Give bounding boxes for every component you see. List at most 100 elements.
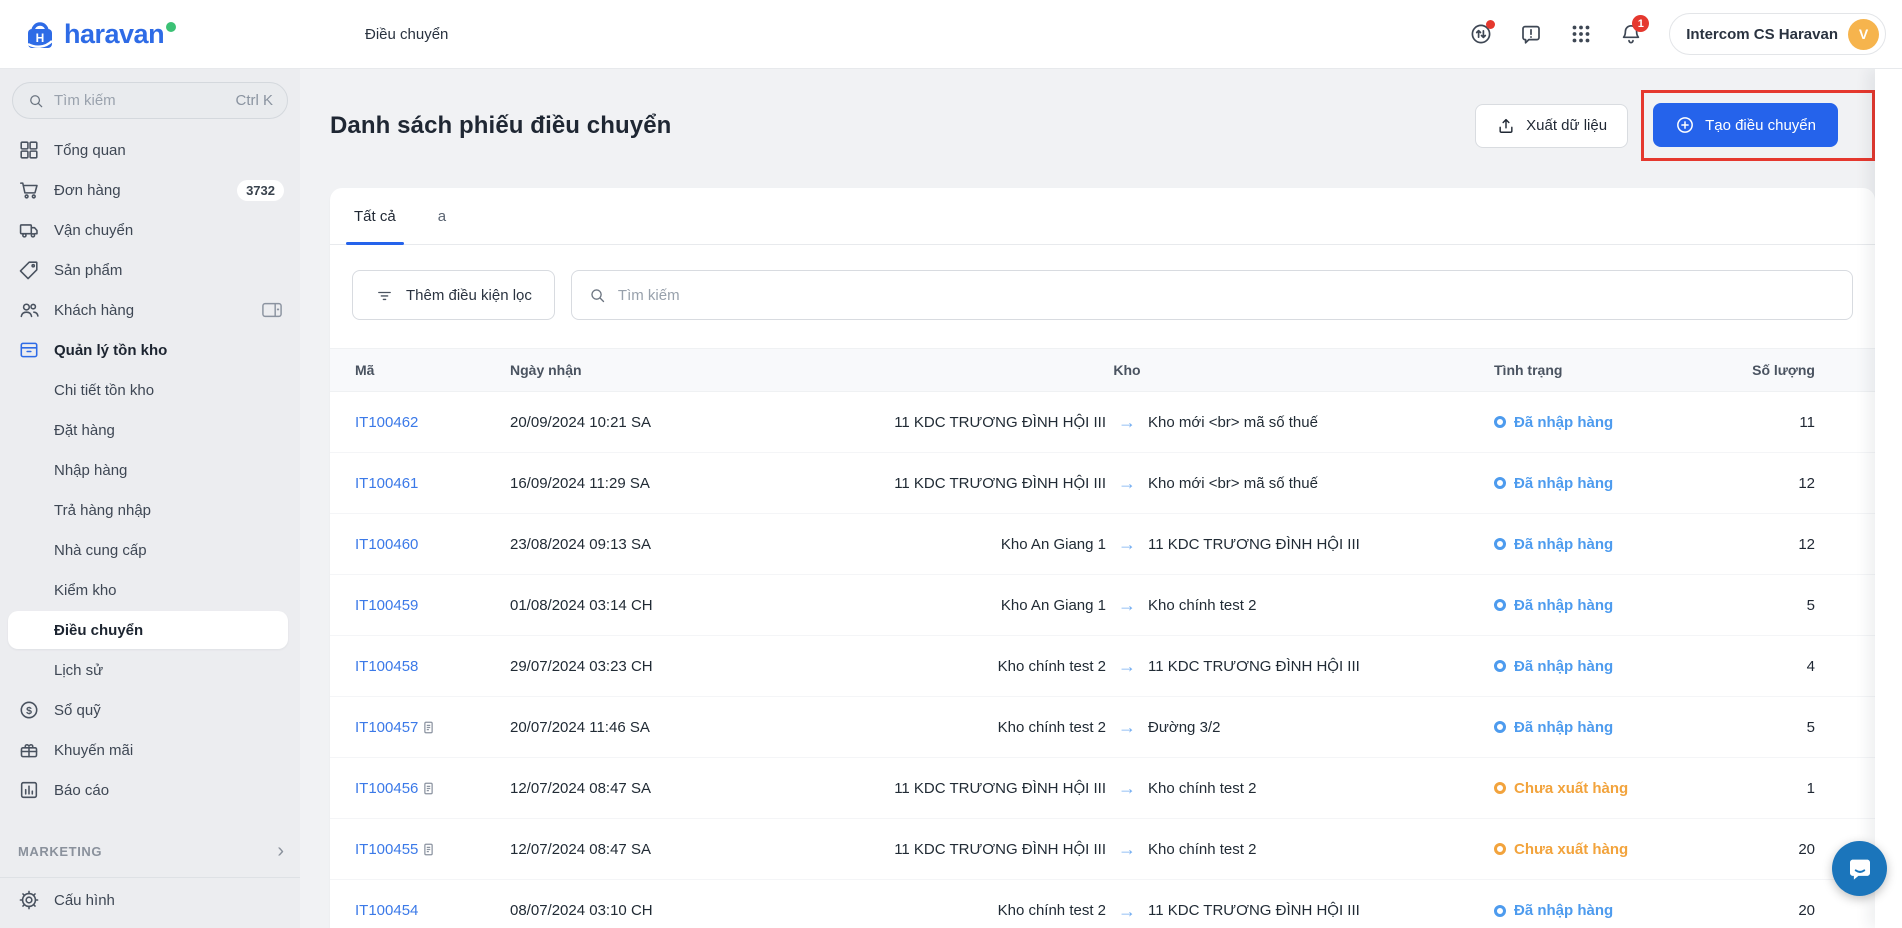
quantity: 4 (1806, 657, 1815, 675)
column-header-date: Ngày nhận (510, 362, 582, 378)
transfer-code-link[interactable]: IT100454 (355, 902, 418, 919)
sidebar-item-2[interactable]: Vận chuyển (0, 210, 300, 250)
chevron-right-icon: › (277, 840, 284, 862)
table-row[interactable]: IT100460 23/08/2024 09:13 SA Kho An Giang … (330, 514, 1875, 575)
arrow-right-icon: → (1118, 412, 1136, 432)
warehouse-to: Kho mới <br> mã số thuế (1148, 474, 1318, 492)
sidebar-item-13[interactable]: Lịch sử (0, 650, 300, 690)
add-filter-button[interactable]: Thêm điều kiện lọc (352, 270, 555, 320)
quantity: 20 (1798, 840, 1815, 858)
sidebar-item-16[interactable]: Báo cáo (0, 770, 300, 810)
warehouse-route: Kho An Giang 1 → 11 KDC TRƯƠNG ĐÌNH HỘI II… (760, 535, 1494, 553)
sidebar-search-placeholder: Tìm kiếm (54, 92, 116, 109)
status-badge: Đã nhập hàng (1494, 414, 1694, 431)
sidebar-item-4[interactable]: Khách hàng (0, 290, 300, 330)
transfer-code-link[interactable]: IT100456 (355, 780, 418, 797)
intercom-chat-button[interactable] (1832, 841, 1887, 896)
sidebar-item-12[interactable]: Điều chuyển (8, 611, 288, 649)
status-ring-icon (1494, 538, 1506, 550)
avatar: V (1848, 18, 1879, 50)
table-row[interactable]: IT100459 01/08/2024 03:14 CH Kho An Giang … (330, 575, 1875, 636)
sidebar-item-10[interactable]: Nhà cung cấp (0, 530, 300, 570)
sidebar-item-9[interactable]: Trả hàng nhập (0, 490, 300, 530)
sidebar-search-shortcut: Ctrl K (235, 92, 274, 109)
sidebar-item-label: Khuyến mãi (54, 741, 134, 759)
cash-icon: $ (18, 699, 40, 721)
sidebar-item-14[interactable]: $ Sổ quỹ (0, 690, 300, 730)
sync-history-button[interactable] (1461, 14, 1501, 54)
receive-date: 12/07/2024 08:47 SA (510, 779, 651, 797)
brand-logo[interactable]: H haravan (22, 16, 300, 52)
arrow-right-icon: → (1118, 717, 1136, 737)
transfer-code-link[interactable]: IT100457 (355, 719, 418, 736)
sidebar-search-input[interactable]: Tìm kiếm Ctrl K (12, 82, 288, 119)
sidebar-item-15[interactable]: Khuyến mãi (0, 730, 300, 770)
status-ring-icon (1494, 416, 1506, 428)
transfer-code-link[interactable]: IT100459 (355, 597, 418, 614)
sidebar-section-marketing[interactable]: MARKETING › (0, 831, 300, 871)
sidebar-nav: Tổng quan Đơn hàng 3732 Vận chuyển Sản phẩm K… (0, 130, 300, 810)
promo-icon (18, 739, 40, 761)
table-row[interactable]: IT100456 12/07/2024 08:47 SA 11 KDC TRƯƠNG… (330, 758, 1875, 819)
sidebar-item-3[interactable]: Sản phẩm (0, 250, 300, 290)
warehouse-route: Kho An Giang 1 → Kho chính test 2 (760, 596, 1494, 614)
receive-date: 23/08/2024 09:13 SA (510, 535, 651, 553)
users-icon (18, 299, 40, 321)
table-search-box[interactable] (570, 270, 1853, 320)
export-button[interactable]: Xuất dữ liệu (1475, 103, 1629, 148)
sidebar-divider (0, 877, 300, 878)
status-ring-icon (1494, 599, 1506, 611)
sidebar-item-11[interactable]: Kiểm kho (0, 570, 300, 610)
panel-icon[interactable] (260, 300, 284, 320)
search-icon (27, 92, 45, 110)
notifications-button[interactable]: 1 (1611, 14, 1651, 54)
warehouse-route: 11 KDC TRƯƠNG ĐÌNH HỘI III → Kho mới <br> … (760, 474, 1494, 492)
transfer-code-link[interactable]: IT100455 (355, 841, 418, 858)
tab-0[interactable]: Tất cả (346, 188, 404, 245)
table-search-input[interactable] (617, 286, 1836, 304)
feedback-button[interactable] (1511, 14, 1551, 54)
receive-date: 01/08/2024 03:14 CH (510, 596, 653, 614)
transfer-code-link[interactable]: IT100458 (355, 658, 418, 675)
table-row[interactable]: IT100462 20/09/2024 10:21 SA 11 KDC TRƯƠNG… (330, 392, 1875, 453)
scrollbar-track[interactable] (1875, 69, 1902, 928)
transfer-code-link[interactable]: IT100462 (355, 414, 418, 431)
sidebar-item-8[interactable]: Nhập hàng (0, 450, 300, 490)
column-header-code: Mã (355, 362, 375, 378)
quantity: 1 (1806, 779, 1815, 797)
top-bar: H haravan Điều chuyển 1 Intercom CS Hara… (0, 0, 1902, 69)
sidebar-item-label: Chi tiết tồn kho (54, 381, 155, 399)
grid-icon (18, 139, 40, 161)
report-icon (18, 779, 40, 801)
account-menu[interactable]: Intercom CS Haravan V (1669, 13, 1886, 55)
table-row[interactable]: IT100461 16/09/2024 11:29 SA 11 KDC TRƯƠNG… (330, 453, 1875, 514)
receive-date: 20/09/2024 10:21 SA (510, 413, 651, 431)
table-row[interactable]: IT100455 12/07/2024 08:47 SA 11 KDC TRƯƠNG… (330, 819, 1875, 880)
apps-grid-button[interactable] (1561, 14, 1601, 54)
sidebar-item-label: Nhập hàng (54, 461, 128, 479)
warehouse-to: Kho chính test 2 (1148, 840, 1257, 858)
sidebar-item-5[interactable]: Quản lý tồn kho (0, 330, 300, 370)
transfer-code-link[interactable]: IT100460 (355, 536, 418, 553)
receive-date: 29/07/2024 03:23 CH (510, 657, 653, 675)
table-row[interactable]: IT100458 29/07/2024 03:23 CH Kho chính tes… (330, 636, 1875, 697)
warehouse-route: Kho chính test 2 → 11 KDC TRƯƠNG ĐÌNH HỘI … (760, 657, 1494, 675)
table-row[interactable]: IT100457 20/07/2024 11:46 SA Kho chính tes… (330, 697, 1875, 758)
count-badge: 3732 (237, 179, 284, 201)
transfer-code-link[interactable]: IT100461 (355, 475, 418, 492)
sidebar-item-0[interactable]: Tổng quan (0, 130, 300, 170)
notification-dot (1486, 20, 1496, 29)
create-transfer-button[interactable]: Tạo điều chuyển (1653, 103, 1838, 147)
sidebar-item-label: Sổ quỹ (54, 701, 101, 719)
sidebar-item-6[interactable]: Chi tiết tồn kho (0, 370, 300, 410)
plus-circle-icon (1675, 115, 1695, 135)
sidebar-item-settings[interactable]: Cấu hình (0, 880, 300, 920)
table-row[interactable]: IT100454 08/07/2024 03:10 CH Kho chính tes… (330, 880, 1875, 928)
tab-1[interactable]: a (436, 188, 448, 244)
quantity: 5 (1806, 596, 1815, 614)
warehouse-from: Kho chính test 2 (997, 718, 1106, 736)
export-icon (1496, 116, 1516, 136)
sidebar-item-1[interactable]: Đơn hàng 3732 (0, 170, 300, 210)
sidebar-item-7[interactable]: Đặt hàng (0, 410, 300, 450)
sidebar-item-label: Nhà cung cấp (54, 541, 147, 559)
